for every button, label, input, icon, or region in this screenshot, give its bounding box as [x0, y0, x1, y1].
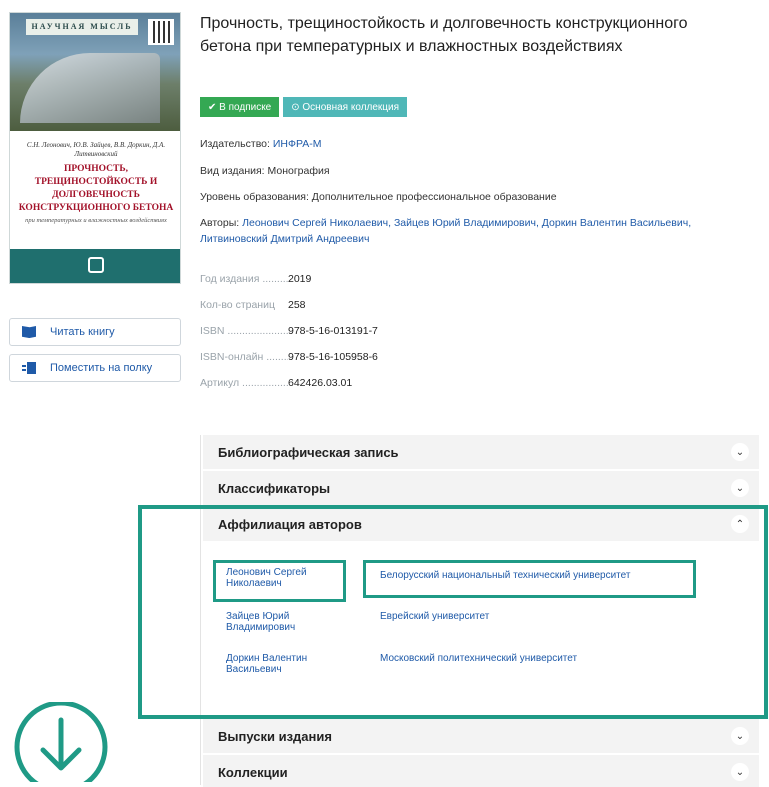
add-to-shelf-label: Поместить на полку — [50, 362, 153, 374]
read-book-button[interactable]: Читать книгу — [9, 318, 181, 346]
highlight-frame-org — [363, 560, 696, 598]
accordion-classifiers[interactable]: Классификаторы ⌄ — [203, 471, 759, 505]
accordion-label: Библиографическая запись — [218, 444, 399, 460]
spec-value: 642426.03.01 — [288, 377, 353, 389]
cover-title: ПРОЧНОСТЬ, ТРЕЩИНОСТОЙКОСТЬ И ДОЛГОВЕЧНО… — [18, 164, 174, 213]
spec-article: Артикул ........................ 642426.… — [200, 377, 352, 389]
accordion-bibliographic[interactable]: Библиографическая запись ⌄ — [203, 435, 759, 469]
cover-subtitle: при температурных и влажностных воздейст… — [25, 217, 167, 224]
spec-value: 978-5-16-105958-6 — [288, 351, 378, 363]
spec-value: 258 — [288, 299, 306, 311]
publisher-line: Издательство: ИНФРА-М — [200, 136, 322, 152]
education-level: Уровень образования: Дополнительное проф… — [200, 191, 557, 203]
subscription-badge[interactable]: ✔ В подписке — [200, 97, 280, 117]
qr-code-icon — [148, 19, 174, 45]
cover-logo-icon — [88, 257, 104, 273]
spec-key: ISBN ........................... — [200, 325, 288, 337]
shelf-icon — [22, 362, 36, 374]
chevron-down-icon[interactable]: ⌄ — [731, 763, 749, 781]
spec-value: 978-5-16-013191-7 — [288, 325, 378, 337]
cover-publisher-text: НАУЧНАЯ МЫСЛЬ — [31, 22, 133, 31]
accordion-label: Выпуски издания — [218, 728, 332, 744]
cover-authors: С.Н. Леонович, Ю.В. Зайцев, В.В. Доркин,… — [26, 141, 166, 158]
cover-text-area: С.Н. Леонович, Ю.В. Зайцев, В.В. Доркин,… — [10, 131, 180, 249]
publisher-link[interactable]: ИНФРА-М — [273, 138, 322, 150]
page-title: Прочность, трещиностойкость и долговечно… — [200, 15, 688, 55]
spec-key: Год издания .............. — [200, 273, 288, 285]
accordion-label: Коллекции — [218, 764, 288, 780]
collection-badge[interactable]: ⊙ Основная коллекция — [283, 97, 408, 117]
chevron-down-icon[interactable]: ⌄ — [731, 479, 749, 497]
authors-links[interactable]: Леонович Сергей Николаевич, Зайцев Юрий … — [200, 217, 691, 245]
spec-key: ISBN-онлайн ......... — [200, 351, 288, 363]
edition-type: Вид издания: Монография — [200, 165, 330, 177]
spec-key: Артикул ........................ — [200, 377, 288, 389]
publisher-label: Издательство: — [200, 138, 270, 150]
chevron-down-icon[interactable]: ⌄ — [731, 443, 749, 461]
authors-line: Авторы: Леонович Сергей Николаевич, Зайц… — [200, 215, 745, 247]
spec-isbn: ISBN ........................... 978-5-1… — [200, 325, 378, 337]
highlight-frame-author — [213, 560, 346, 602]
accordion-issues[interactable]: Выпуски издания ⌄ — [203, 719, 759, 753]
spec-isbn-online: ISBN-онлайн ......... 978-5-16-105958-6 — [200, 351, 378, 363]
cover-publisher-band: НАУЧНАЯ МЫСЛЬ — [26, 19, 138, 35]
spec-pages: Кол-во страниц 258 — [200, 299, 306, 311]
chevron-down-icon[interactable]: ⌄ — [731, 727, 749, 745]
spec-year: Год издания .............. 2019 — [200, 273, 311, 285]
add-to-shelf-button[interactable]: Поместить на полку — [9, 354, 181, 382]
book-icon — [22, 326, 36, 338]
spec-key: Кол-во страниц — [200, 299, 275, 311]
accordion-label: Классификаторы — [218, 480, 331, 496]
highlight-frame-affiliation — [138, 505, 768, 719]
download-arrow-icon[interactable] — [12, 702, 110, 782]
authors-label: Авторы: — [200, 217, 240, 229]
book-cover[interactable]: НАУЧНАЯ МЫСЛЬ С.Н. Леонович, Ю.В. Зайцев… — [9, 12, 181, 284]
badge-group: ✔ В подписке ⊙ Основная коллекция — [200, 97, 408, 117]
spec-value: 2019 — [288, 273, 312, 285]
read-book-label: Читать книгу — [50, 326, 115, 338]
accordion-collections[interactable]: Коллекции ⌄ — [203, 755, 759, 787]
